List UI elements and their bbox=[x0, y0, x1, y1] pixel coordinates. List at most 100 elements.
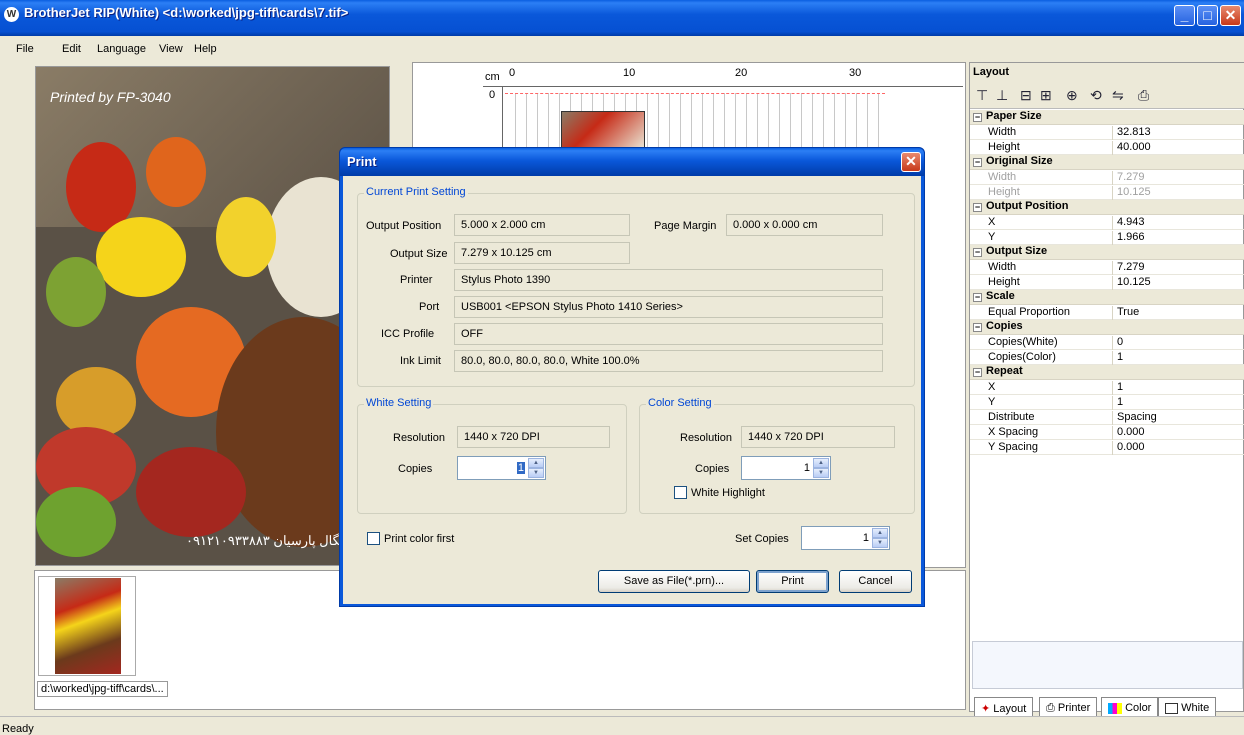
center-horizontal-icon[interactable]: ⊟ bbox=[1020, 87, 1032, 104]
property-value[interactable]: True bbox=[1112, 306, 1244, 320]
property-row[interactable]: Distribute Spacing bbox=[970, 410, 1244, 425]
printer-icon[interactable]: ⎙ bbox=[1138, 87, 1149, 104]
menu-file[interactable]: File bbox=[16, 43, 34, 55]
lily-flower-image bbox=[216, 197, 276, 277]
collapse-icon[interactable]: − bbox=[973, 323, 982, 332]
menu-help[interactable]: Help bbox=[194, 43, 217, 55]
property-section[interactable]: − Paper Size bbox=[970, 110, 1244, 125]
collapse-icon[interactable]: − bbox=[973, 203, 982, 212]
property-grid: − Paper Size Width 32.813 Height 40.000− Origi… bbox=[970, 110, 1244, 455]
white-highlight-checkbox[interactable] bbox=[674, 486, 687, 499]
property-value[interactable]: 1 bbox=[1112, 396, 1244, 410]
dialog-body: Current Print Setting Output Position 5.… bbox=[343, 176, 921, 604]
cancel-button[interactable]: Cancel bbox=[839, 570, 912, 593]
property-value[interactable]: 1.966 bbox=[1112, 231, 1244, 245]
property-section[interactable]: − Original Size bbox=[970, 155, 1244, 170]
collapse-icon[interactable]: − bbox=[973, 248, 982, 257]
property-row[interactable]: Copies(White) 0 bbox=[970, 335, 1244, 350]
spin-down-icon[interactable]: ▼ bbox=[813, 468, 829, 478]
property-key: X bbox=[988, 381, 996, 393]
spin-up-icon[interactable]: ▲ bbox=[872, 528, 888, 538]
property-row[interactable]: X Spacing 0.000 bbox=[970, 425, 1244, 440]
property-row[interactable]: X 4.943 bbox=[970, 215, 1244, 230]
placed-image-thumbnail[interactable] bbox=[561, 111, 645, 149]
property-section[interactable]: − Scale bbox=[970, 290, 1244, 305]
maximize-button[interactable]: □ bbox=[1197, 5, 1218, 26]
property-value[interactable]: 10.125 bbox=[1112, 276, 1244, 290]
property-key: Copies(Color) bbox=[988, 351, 1056, 363]
property-row[interactable]: Height 10.125 bbox=[970, 275, 1244, 290]
collapse-icon[interactable]: − bbox=[973, 113, 982, 122]
property-section[interactable]: − Repeat bbox=[970, 365, 1244, 380]
spin-up-icon[interactable]: ▲ bbox=[813, 458, 829, 468]
property-section[interactable]: − Output Size bbox=[970, 245, 1244, 260]
align-top-icon[interactable]: ⊥ bbox=[996, 87, 1008, 104]
white-resolution-label: Resolution bbox=[393, 432, 445, 444]
property-section-title: Copies bbox=[986, 320, 1023, 332]
minimize-button[interactable]: _ bbox=[1174, 5, 1195, 26]
color-copies-stepper[interactable]: 1 ▲ ▼ bbox=[741, 456, 831, 480]
output-position-label: Output Position bbox=[366, 220, 442, 232]
collapse-icon[interactable]: − bbox=[973, 293, 982, 302]
property-row[interactable]: Y Spacing 0.000 bbox=[970, 440, 1244, 455]
property-value[interactable]: 40.000 bbox=[1112, 141, 1244, 155]
property-value[interactable]: Spacing bbox=[1112, 411, 1244, 425]
white-copies-label: Copies bbox=[398, 463, 433, 475]
property-row[interactable]: Height 10.125 bbox=[970, 185, 1244, 200]
image-preview[interactable]: Printed by FP-3040 ۰۹۱۲۱۰۹۳۳۸۸۳ سگال پار… bbox=[35, 66, 390, 566]
property-row[interactable]: Width 32.813 bbox=[970, 125, 1244, 140]
property-section-title: Original Size bbox=[986, 155, 1053, 167]
printer-label: Printer bbox=[400, 274, 433, 286]
spin-down-icon[interactable]: ▼ bbox=[528, 468, 544, 478]
property-row[interactable]: X1 bbox=[970, 380, 1244, 395]
property-value[interactable]: 1 bbox=[1112, 381, 1244, 395]
green-pepper-image bbox=[36, 487, 116, 557]
align-top-left-icon[interactable]: ⊤ bbox=[976, 87, 988, 104]
collapse-icon[interactable]: − bbox=[973, 368, 982, 377]
property-value[interactable]: 32.813 bbox=[1112, 126, 1244, 140]
print-color-first-checkbox[interactable] bbox=[367, 532, 380, 545]
set-copies-stepper[interactable]: 1 ▲ ▼ bbox=[801, 526, 890, 550]
center-page-icon[interactable]: ⊕ bbox=[1066, 87, 1078, 104]
property-value[interactable]: 1 bbox=[1112, 351, 1244, 365]
property-value[interactable]: 0 bbox=[1112, 336, 1244, 350]
menu-edit[interactable]: Edit bbox=[62, 43, 81, 55]
property-key: Equal Proportion bbox=[988, 306, 1070, 318]
property-row[interactable]: Height 40.000 bbox=[970, 140, 1244, 155]
white-highlight-label: White Highlight bbox=[691, 487, 765, 499]
property-section[interactable]: − Copies bbox=[970, 320, 1244, 335]
property-row[interactable]: Width 7.279 bbox=[970, 260, 1244, 275]
property-key: Y Spacing bbox=[988, 441, 1038, 453]
flip-icon[interactable]: ⇋ bbox=[1112, 87, 1124, 104]
center-vertical-icon[interactable]: ⊞ bbox=[1040, 87, 1052, 104]
close-window-button[interactable]: ✕ bbox=[1220, 5, 1241, 26]
property-section[interactable]: − Output Position bbox=[970, 200, 1244, 215]
spin-down-icon[interactable]: ▼ bbox=[872, 538, 888, 548]
property-value[interactable]: 0.000 bbox=[1112, 441, 1244, 455]
thumbnail-frame[interactable] bbox=[38, 576, 136, 676]
output-position-value: 5.000 x 2.000 cm bbox=[454, 214, 630, 236]
property-row[interactable]: Y 1.966 bbox=[970, 230, 1244, 245]
collapse-icon[interactable]: − bbox=[973, 158, 982, 167]
property-row[interactable]: Y1 bbox=[970, 395, 1244, 410]
menu-view[interactable]: View bbox=[159, 43, 183, 55]
property-key: Width bbox=[988, 171, 1017, 183]
property-value[interactable]: 10.125 bbox=[1112, 186, 1244, 200]
property-value[interactable]: 0.000 bbox=[1112, 426, 1244, 440]
property-section-title: Output Size bbox=[986, 245, 1048, 257]
property-value[interactable]: 7.279 bbox=[1112, 171, 1244, 185]
ruler-tick-0: 0 bbox=[509, 67, 516, 79]
property-row[interactable]: Width 7.279 bbox=[970, 170, 1244, 185]
save-as-file-button[interactable]: Save as File(*.prn)... bbox=[598, 570, 750, 593]
property-row[interactable]: Equal Proportion True bbox=[970, 305, 1244, 320]
property-row[interactable]: Copies(Color) 1 bbox=[970, 350, 1244, 365]
print-button[interactable]: Print bbox=[756, 570, 829, 593]
spin-up-icon[interactable]: ▲ bbox=[528, 458, 544, 468]
status-text: Ready bbox=[2, 723, 34, 735]
white-copies-stepper[interactable]: 1 ▲ ▼ bbox=[457, 456, 546, 480]
dialog-close-button[interactable]: ✕ bbox=[901, 152, 921, 172]
menu-language[interactable]: Language bbox=[97, 43, 146, 55]
property-value[interactable]: 7.279 bbox=[1112, 261, 1244, 275]
rotate-icon[interactable]: ⟲ bbox=[1090, 87, 1102, 104]
property-value[interactable]: 4.943 bbox=[1112, 216, 1244, 230]
